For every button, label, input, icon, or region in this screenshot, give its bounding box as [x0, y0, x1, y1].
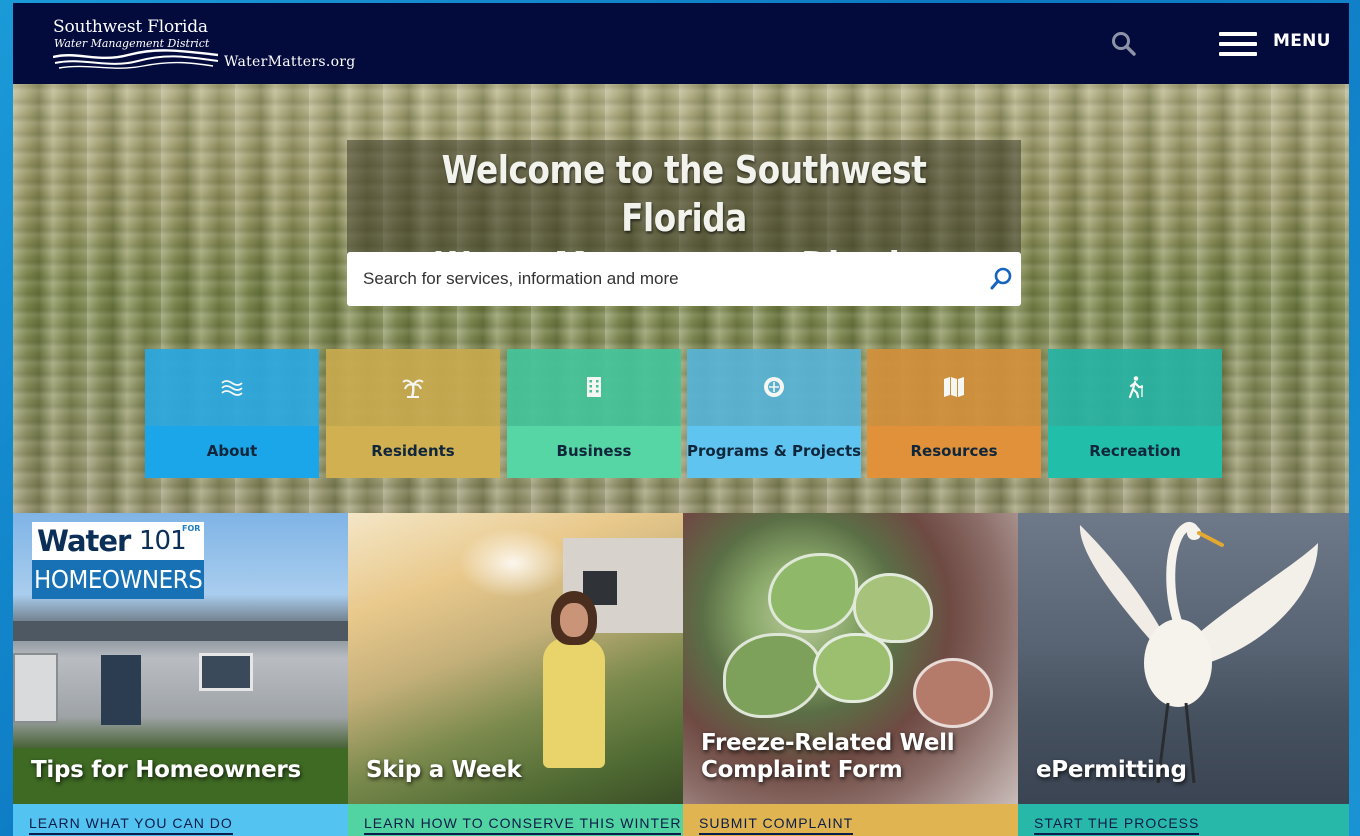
garden-hose-photo: Skip a Week — [348, 513, 683, 804]
feature-cards: Water 101 FOR HOMEOWNERS Tips for Homeow… — [13, 513, 1349, 836]
logo-line1: Southwest Florida — [53, 17, 208, 37]
palm-tree-icon — [402, 379, 424, 398]
page-frame: Southwest Florida Water Management Distr… — [13, 3, 1349, 836]
card-skip-a-week[interactable]: Skip a Week LEARN HOW TO CONSERVE THIS W… — [348, 513, 683, 836]
audience-tiles: About Residents Business Programs & Proj… — [145, 349, 1225, 479]
header-search-button[interactable] — [1111, 31, 1137, 57]
tile-label: Recreation — [1089, 442, 1181, 460]
card-title: Freeze-Related Well Complaint Form — [701, 730, 955, 783]
hero-title-box: Welcome to the Southwest Florida Water M… — [347, 140, 1021, 288]
map-icon — [944, 377, 964, 397]
site-search-input[interactable] — [347, 252, 967, 306]
site-logo[interactable]: Southwest Florida Water Management Distr… — [53, 15, 383, 75]
frosted-leaves-photo: Freeze-Related Well Complaint Form — [683, 513, 1018, 804]
tile-label: Residents — [371, 442, 455, 460]
logo-waves-icon — [53, 49, 219, 69]
card-link[interactable]: SUBMIT COMPLAINT — [699, 815, 854, 835]
search-icon — [1112, 32, 1136, 56]
badge-water: Water — [37, 524, 131, 558]
egret-photo: ePermitting — [1018, 513, 1349, 804]
tile-programs-projects[interactable]: Programs & Projects — [687, 349, 861, 478]
water-101-badge: Water 101 FOR HOMEOWNERS — [32, 522, 204, 599]
card-link[interactable]: START THE PROCESS — [1034, 815, 1200, 835]
badge-homeowners: HOMEOWNERS — [34, 565, 203, 594]
badge-for: FOR — [182, 524, 201, 533]
search-submit-icon[interactable] — [989, 266, 1013, 292]
menu-button[interactable]: MENU — [1219, 30, 1339, 58]
waves-icon — [221, 380, 243, 396]
homeowners-house-photo: Water 101 FOR HOMEOWNERS Tips for Homeow… — [13, 513, 348, 804]
card-title: Skip a Week — [366, 757, 522, 783]
card-freeze-well-complaint[interactable]: Freeze-Related Well Complaint Form SUBMI… — [683, 513, 1018, 836]
tile-label: About — [206, 442, 258, 460]
badge-number: 101 — [139, 526, 187, 556]
tile-about[interactable]: About — [145, 349, 319, 478]
globe-gear-icon — [764, 377, 784, 397]
card-tips-for-homeowners[interactable]: Water 101 FOR HOMEOWNERS Tips for Homeow… — [13, 513, 348, 836]
tile-resources[interactable]: Resources — [867, 349, 1041, 478]
building-icon — [587, 377, 601, 397]
hero-section: Welcome to the Southwest Florida Water M… — [13, 84, 1349, 513]
hamburger-icon — [1219, 32, 1257, 56]
card-title: Tips for Homeowners — [31, 757, 301, 783]
tile-business[interactable]: Business — [507, 349, 681, 478]
tile-residents[interactable]: Residents — [326, 349, 500, 478]
card-link[interactable]: LEARN HOW TO CONSERVE THIS WINTER — [364, 815, 682, 835]
tile-label: Business — [556, 442, 632, 460]
card-title: ePermitting — [1036, 757, 1187, 783]
tile-recreation[interactable]: Recreation — [1048, 349, 1222, 478]
logo-url: WaterMatters.org — [224, 54, 356, 70]
site-header: Southwest Florida Water Management Distr… — [13, 3, 1349, 84]
hero-search-bar — [347, 252, 1021, 306]
hiker-icon — [1128, 376, 1144, 399]
tile-label: Resources — [910, 442, 998, 460]
card-epermitting[interactable]: ePermitting START THE PROCESS — [1018, 513, 1349, 836]
card-link[interactable]: LEARN WHAT YOU CAN DO — [29, 815, 233, 835]
menu-label: MENU — [1273, 31, 1331, 51]
tile-label: Programs & Projects — [687, 442, 862, 460]
